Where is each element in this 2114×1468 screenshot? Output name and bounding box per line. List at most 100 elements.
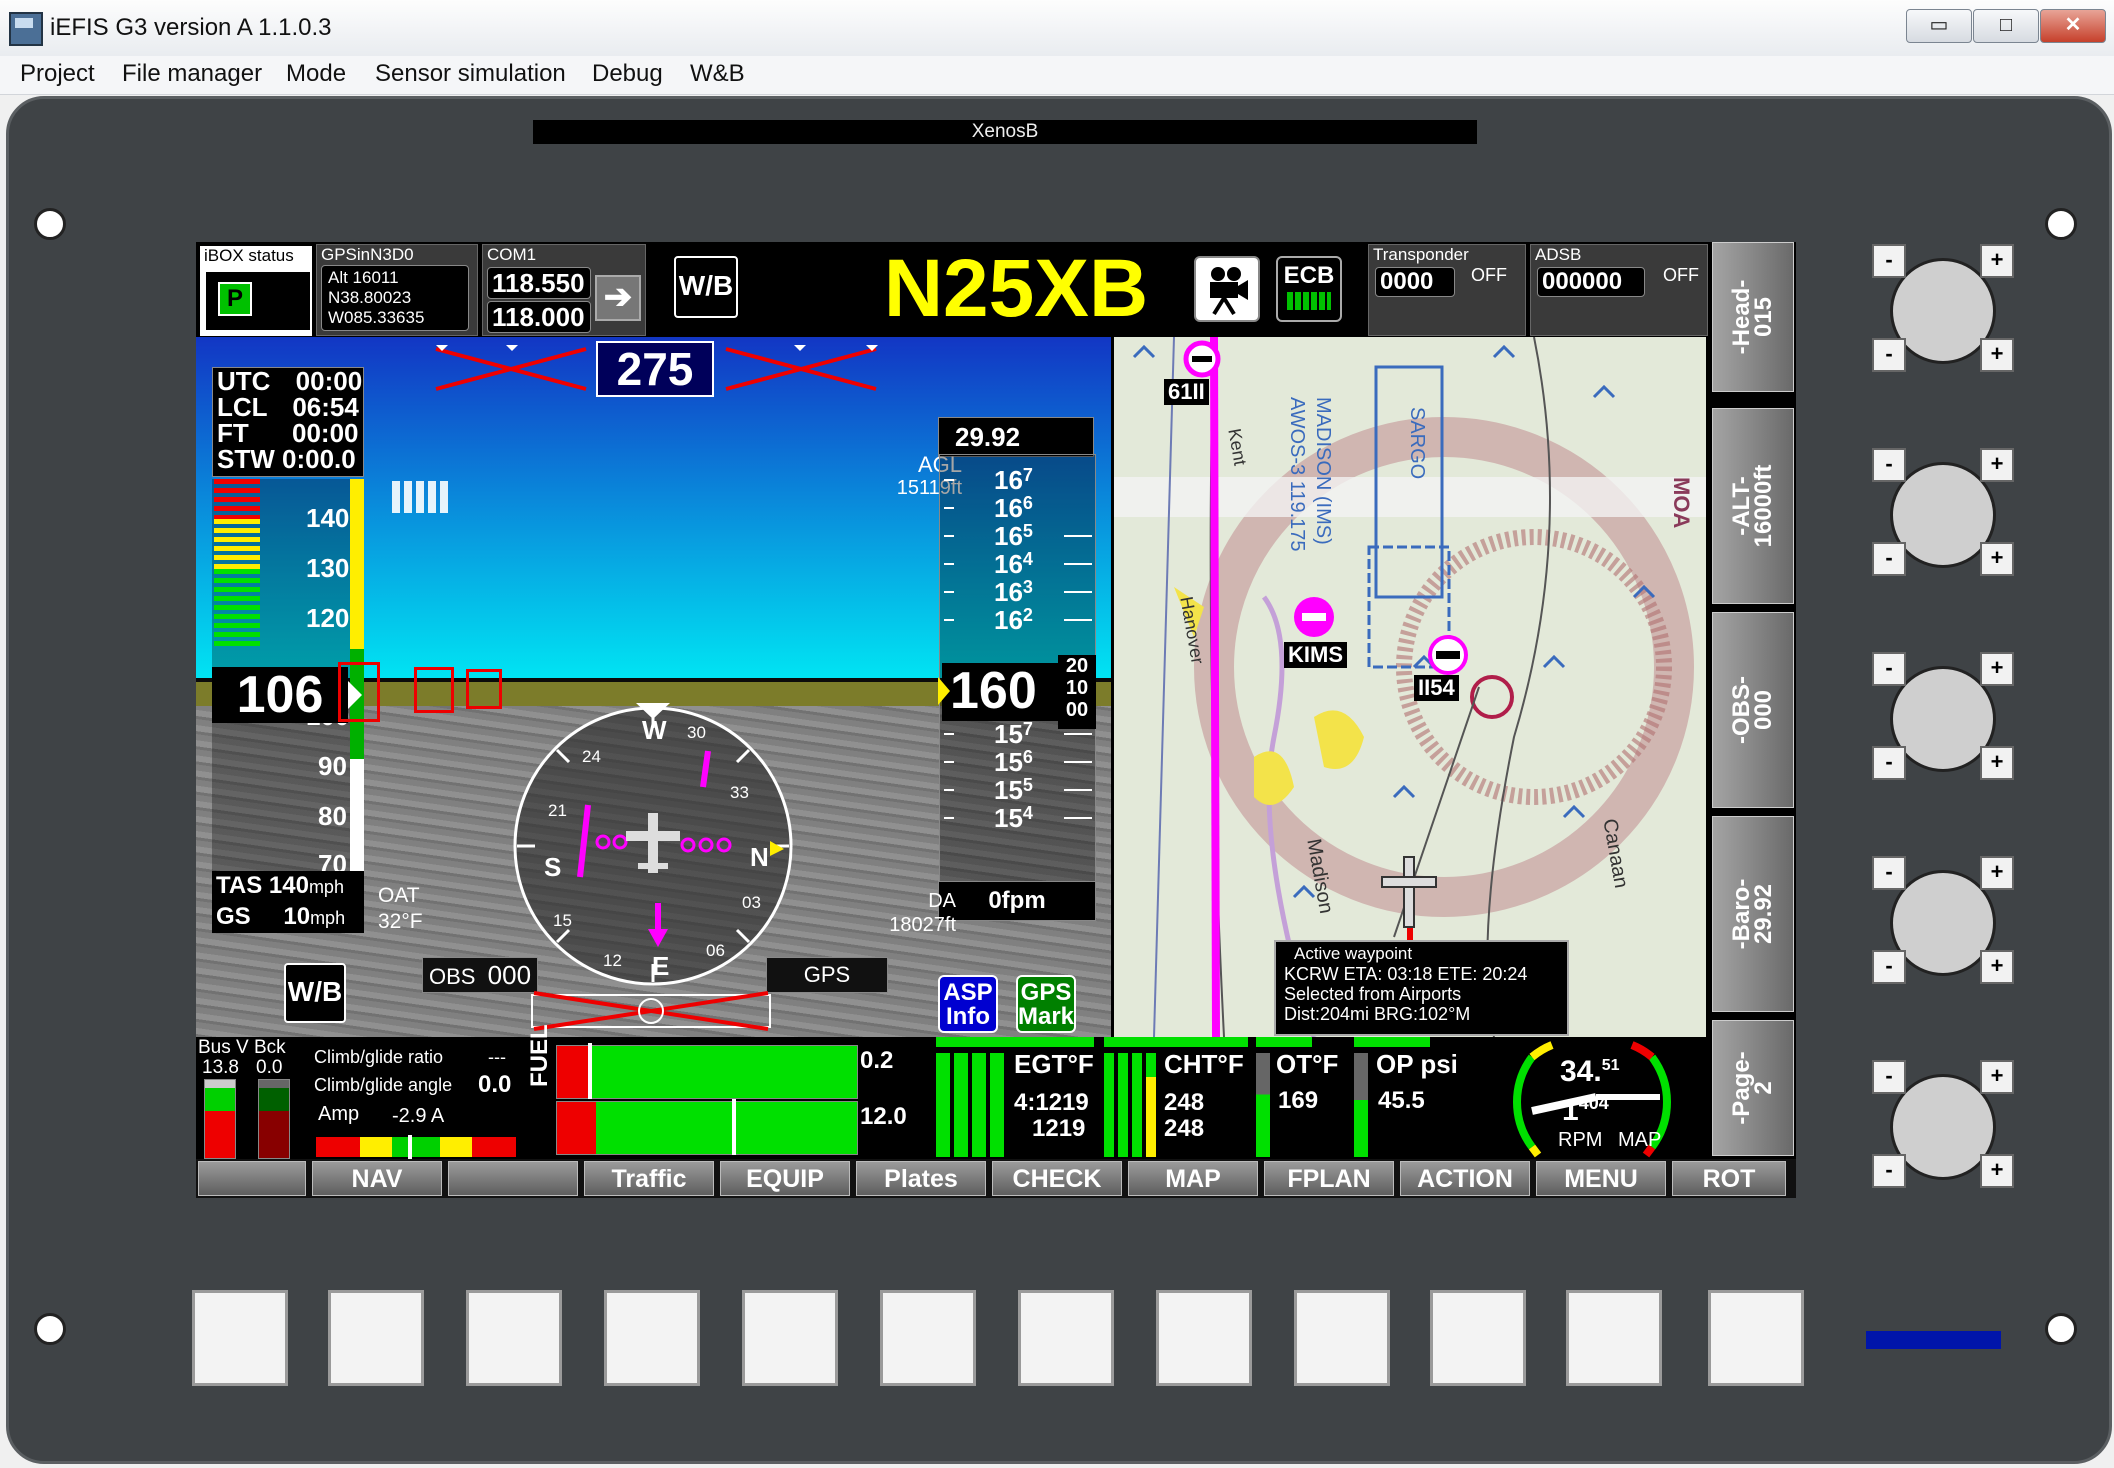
knob-plus-button[interactable]: + (1980, 244, 2014, 278)
knob-plus-button[interactable]: + (1980, 652, 2014, 686)
sidekey-head[interactable]: -Head- 015 (1712, 242, 1794, 392)
knob-minus-button[interactable]: - (1872, 1060, 1906, 1094)
da-label: DA (928, 890, 956, 912)
engine-strip[interactable]: Bus V Bck 13.8 0.0 Climb/glide ratio ---… (196, 1024, 1796, 1159)
climb-ratio-label: Climb/glide ratio (314, 1047, 444, 1067)
active-waypoint-box[interactable]: Active waypoint KCRW ETA: 03:18 ETE: 20:… (1274, 940, 1569, 1036)
ecb-icon[interactable]: ECB (1276, 256, 1342, 322)
knob-plus-button[interactable]: + (1980, 542, 2014, 576)
compass-num: 06 (706, 941, 725, 960)
softkey-equip[interactable]: EQUIP (720, 1161, 850, 1196)
knob-minus-button[interactable]: - (1872, 856, 1906, 890)
bezel-button-7[interactable] (1018, 1290, 1114, 1386)
knob-plus-button[interactable]: + (1980, 1060, 2014, 1094)
bezel-button-9[interactable] (1294, 1290, 1390, 1386)
active-waypoint-eta: KCRW ETA: 03:18 ETE: 20:24 (1284, 964, 1528, 984)
knob-minus-button[interactable]: - (1872, 338, 1906, 372)
knob-minus-button[interactable]: - (1872, 1154, 1906, 1188)
knob-plus-button[interactable]: + (1980, 856, 2014, 890)
obs-box[interactable]: OBS 000 (422, 957, 538, 993)
knob-minus-button[interactable]: - (1872, 746, 1906, 780)
menu-sensor-simulation[interactable]: Sensor simulation (375, 60, 566, 88)
softkey-traffic[interactable]: Traffic (584, 1161, 714, 1196)
softkey-nav[interactable]: NAV (312, 1161, 442, 1196)
knob-plus-button[interactable]: + (1980, 950, 2014, 984)
knob-plus-button[interactable]: + (1980, 448, 2014, 482)
menu-wb[interactable]: W&B (690, 60, 745, 88)
softkey-1[interactable] (198, 1161, 306, 1196)
softkey-plates[interactable]: Plates (856, 1161, 986, 1196)
softkey-map[interactable]: MAP (1128, 1161, 1258, 1196)
da-box: DA 18027ft (846, 889, 956, 937)
knob-plus-button[interactable]: + (1980, 1154, 2014, 1188)
sidekey-alt[interactable]: -ALT- 16000ft (1712, 408, 1794, 604)
softkey-3[interactable] (448, 1161, 578, 1196)
screw-icon (34, 1313, 66, 1345)
nav-source-box[interactable]: GPS (766, 957, 888, 993)
bezel-button-10[interactable] (1430, 1290, 1526, 1386)
speed-tick: 80 (318, 801, 347, 831)
compass-num: 15 (553, 911, 572, 930)
frequency-swap-icon[interactable]: ➔ (595, 275, 641, 321)
speed-tick: 90 (318, 751, 347, 781)
bezel-button-11[interactable] (1566, 1290, 1662, 1386)
softkey-rot[interactable]: ROT (1672, 1161, 1786, 1196)
ot-value: 169 (1278, 1087, 1319, 1114)
menu-debug[interactable]: Debug (592, 60, 663, 88)
turn-coordinator (531, 991, 771, 1031)
primary-flight-display[interactable]: 275 UTC 00:00 LCL 06:54 FT 00:00 STW 0:0… (196, 337, 1111, 1037)
asp-info-button[interactable]: ASP Info (938, 975, 998, 1033)
menu-file-manager[interactable]: File manager (122, 60, 262, 88)
sidekey-baro[interactable]: -Baro- 29.92 (1712, 816, 1794, 1012)
fuel-value-2: 12.0 (860, 1103, 907, 1130)
bezel-button-5[interactable] (742, 1290, 838, 1386)
bezel-button-8[interactable] (1156, 1290, 1252, 1386)
com1-panel[interactable]: COM1 118.550 118.000 ➔ (482, 244, 646, 336)
map-label-sargo: SARGO (1406, 407, 1428, 480)
baro-setting[interactable]: 29.92 (938, 417, 1094, 457)
bezel-button-4[interactable] (604, 1290, 700, 1386)
compass-s: S (544, 852, 562, 882)
bezel-button-3[interactable] (466, 1290, 562, 1386)
transponder-panel[interactable]: Transponder 0000 OFF (1368, 244, 1526, 336)
altitude-tick: 163 (994, 577, 1033, 607)
menu-mode[interactable]: Mode (286, 60, 346, 88)
knob-plus-button[interactable]: + (1980, 746, 2014, 780)
device-name-banner: XenosB (533, 120, 1477, 144)
knob-minus-button[interactable]: - (1872, 652, 1906, 686)
bezel-button-12[interactable] (1708, 1290, 1804, 1386)
close-button[interactable]: ✕ (2040, 9, 2106, 43)
knob-plus-button[interactable]: + (1980, 338, 2014, 372)
softkey-check[interactable]: CHECK (992, 1161, 1122, 1196)
screw-icon (2045, 208, 2077, 240)
wb-icon[interactable]: W/B (674, 256, 738, 318)
moving-map[interactable]: 61II KIMS II54 Madison Hanover Kent Cana… (1114, 337, 1706, 1037)
com-active-frequency: 118.550 (487, 267, 591, 299)
ibox-status-panel[interactable]: iBOX status P (198, 244, 314, 338)
menu-project[interactable]: Project (20, 60, 95, 88)
knob-minus-button[interactable]: - (1872, 448, 1906, 482)
egt-bars (936, 1053, 1008, 1157)
gps-mark-button[interactable]: GPS Mark (1016, 975, 1076, 1033)
camera-icon[interactable] (1194, 256, 1260, 322)
minimize-button[interactable]: ▭ (1906, 9, 1972, 43)
adsb-panel[interactable]: ADSB 000000 OFF (1530, 244, 1708, 336)
knob-minus-button[interactable]: - (1872, 950, 1906, 984)
gs-label: GS (216, 903, 251, 930)
map-label-awos: AWOS-3 119.175 (1286, 397, 1308, 552)
knob-minus-button[interactable]: - (1872, 244, 1906, 278)
bezel-button-1[interactable] (192, 1290, 288, 1386)
wb-icon[interactable]: W/B (284, 963, 346, 1023)
sidekey-page[interactable]: -Page- 2 (1712, 1020, 1794, 1156)
compass-num: 12 (603, 951, 622, 970)
obs-value: 000 (487, 960, 532, 990)
softkey-action[interactable]: ACTION (1400, 1161, 1530, 1196)
sidekey-obs[interactable]: -OBS- 000 (1712, 612, 1794, 808)
knob-minus-button[interactable]: - (1872, 542, 1906, 576)
amp-needle (408, 1135, 412, 1159)
bezel-button-2[interactable] (328, 1290, 424, 1386)
maximize-button[interactable]: □ (1973, 9, 2039, 43)
softkey-menu[interactable]: MENU (1536, 1161, 1666, 1196)
bezel-button-6[interactable] (880, 1290, 976, 1386)
softkey-fplan[interactable]: FPLAN (1264, 1161, 1394, 1196)
